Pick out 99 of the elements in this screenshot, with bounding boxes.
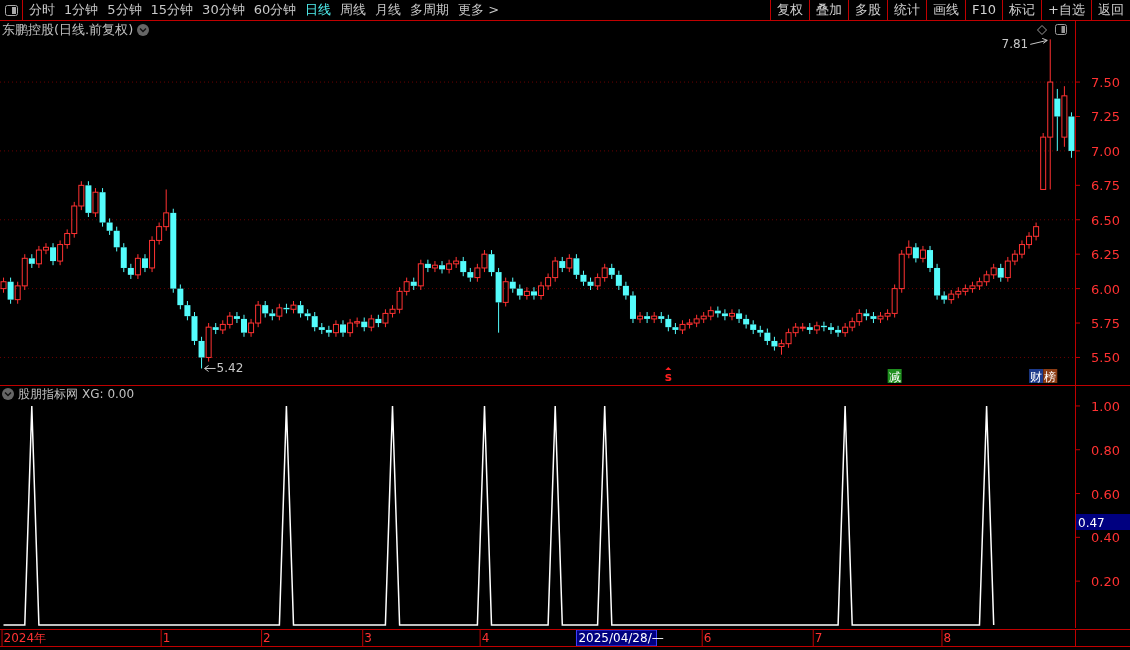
falling-candle [1054,88,1061,152]
rising-candle [919,245,926,263]
rising-candle [368,314,375,332]
falling-candle [361,317,368,332]
falling-candle [85,180,92,218]
rising-candle [417,259,424,291]
indicator-reading: XG: 0.00 [82,387,135,401]
axis-label: 0.40 [1091,530,1120,546]
diamond-icon[interactable] [1037,24,1047,35]
axis-label: 6.00 [1091,281,1120,297]
rising-candle [566,253,573,273]
falling-candle [997,263,1004,283]
rising-candle [205,322,212,363]
toolbar-button[interactable]: 统计 [887,0,927,20]
axis-label: 0.60 [1091,486,1120,502]
date-label: 4 [481,631,490,645]
period-tab[interactable]: 日线 [305,0,332,20]
rising-candle [276,303,283,321]
cursor-value-label: 0.47 [1076,514,1130,530]
axis-label: 1.00 [1091,402,1120,414]
date-label: 1 [162,631,171,645]
period-tab[interactable]: 更多 > [458,0,500,20]
toolbar-button[interactable]: 多股 [848,0,888,20]
rising-candle [523,286,530,301]
period-tab[interactable]: 5分钟 [107,0,142,20]
annotation: 5.42 [216,361,244,376]
cursor-date-label: 2025/04/28/— [575,630,664,646]
toolbar-button[interactable]: +自选 [1041,0,1091,20]
rising-candle [813,321,820,335]
rising-candle [729,308,735,321]
rising-candle [431,260,438,273]
falling-candle [439,260,445,274]
falling-candle [644,311,651,324]
toolbar-button[interactable]: 标记 [1002,0,1042,20]
date-label: 6 [703,631,712,645]
rising-candle [651,311,658,324]
falling-candle [530,286,537,301]
dropdown-icon[interactable] [2,388,14,400]
axis-label: 6.75 [1091,178,1120,194]
panel-toggle-icon[interactable] [4,4,18,16]
period-tab[interactable]: 周线 [340,0,367,20]
falling-candle [340,319,346,338]
indicator-name: 股朋指标网 [18,385,78,403]
date-label: 2 [263,631,271,645]
toolbar-button[interactable]: F10 [965,0,1003,20]
annotation: 7.81 [1001,37,1029,52]
panel-toggle-icon[interactable] [1055,24,1067,35]
period-tab[interactable]: 60分钟 [253,0,297,20]
falling-candle [806,322,813,335]
price-label: 7.81 [1001,38,1048,52]
date-label: 7 [814,631,823,645]
falling-candle [212,322,219,335]
dropdown-icon[interactable] [137,23,150,36]
falling-candle [424,259,431,273]
rising-candle [332,319,339,338]
axis-label: 7.50 [1091,75,1120,91]
period-tab[interactable]: 1分钟 [64,0,99,20]
falling-candle [142,253,148,273]
rising-candle [134,253,141,280]
event-tag[interactable]: 榜 [1043,369,1058,384]
rising-candle [290,300,297,314]
chart-title: 东鹏控股(日线.前复权) [2,20,134,39]
axis-label: 0.80 [1091,442,1120,458]
axis-label: 5.75 [1091,316,1120,332]
axis-label: 6.25 [1091,247,1120,263]
period-tab[interactable]: 分时 [29,0,55,20]
falling-candle [912,242,919,263]
axis-label: 0.20 [1091,574,1120,590]
axis-label: 6.50 [1091,212,1120,228]
falling-candle [283,303,290,314]
rising-candle [1061,85,1068,148]
toolbar-button[interactable]: 返回 [1091,0,1130,20]
toolbar-button[interactable]: 叠加 [809,0,849,20]
rising-candle [0,277,7,294]
period-tab[interactable]: 15分钟 [150,0,194,20]
event-tag[interactable]: 财 [1029,369,1044,384]
price-label: 5.42 [204,361,244,376]
axis-label: 5.50 [1091,350,1120,366]
date-label: 3 [364,631,372,645]
falling-candle [28,253,35,269]
rising-candle [637,311,644,324]
period-tab[interactable]: 多周期 [410,0,450,20]
falling-candle [50,242,57,266]
date-label: 8 [943,631,952,645]
rising-candle [502,277,509,307]
axis-label: 7.00 [1091,143,1120,159]
falling-candle [375,314,382,328]
falling-candle [7,277,14,305]
event-tag[interactable]: 减 [887,369,902,384]
period-tab[interactable]: 月线 [375,0,402,20]
rising-candle [92,187,99,218]
falling-candle [410,277,417,291]
period-tab[interactable]: 30分钟 [202,0,245,20]
falling-candle [559,256,566,273]
axis-label: 7.25 [1091,109,1120,125]
toolbar-button[interactable]: 画线 [926,0,966,20]
falling-candle [1068,111,1075,159]
date-label: 2024年 [3,631,47,645]
toolbar-button[interactable]: 复权 [770,0,810,20]
